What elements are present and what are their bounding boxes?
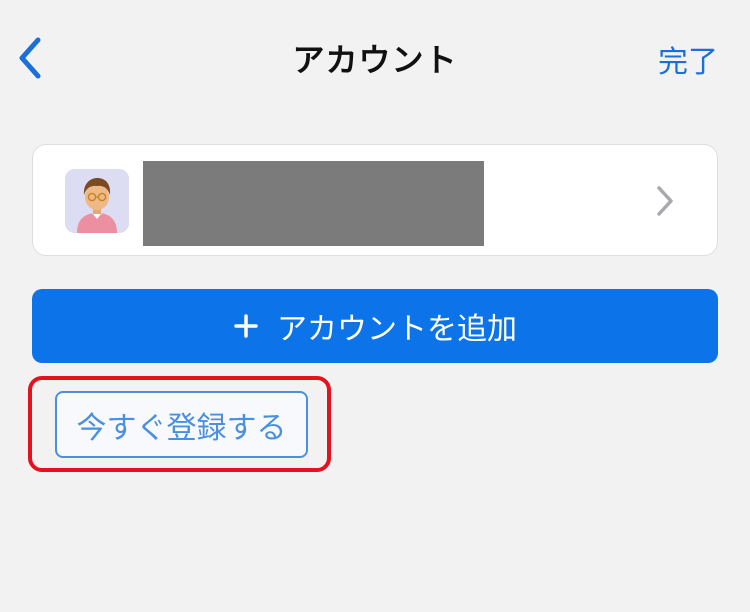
plus-icon <box>234 314 258 338</box>
register-now-button[interactable]: 今すぐ登録する <box>55 391 308 458</box>
navigation-bar: アカウント 完了 <box>0 0 750 110</box>
user-avatar-icon <box>65 169 129 233</box>
page-title: アカウント <box>292 41 458 79</box>
account-row[interactable] <box>32 144 718 256</box>
redacted-account-name <box>143 161 484 246</box>
add-account-button[interactable]: アカウントを追加 <box>32 289 718 363</box>
add-account-label: アカウントを追加 <box>277 312 517 347</box>
avatar <box>65 169 129 233</box>
chevron-right-icon <box>655 185 675 217</box>
done-button[interactable]: 完了 <box>658 37 718 81</box>
